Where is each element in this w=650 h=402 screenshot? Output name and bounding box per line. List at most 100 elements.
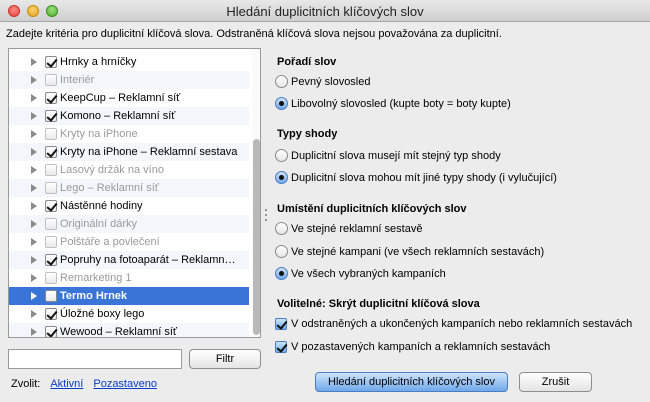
match-same-type-radio[interactable]: [275, 149, 288, 162]
location-all-campaigns-option[interactable]: Ve všech vybraných kampaních: [275, 267, 446, 280]
location-same-campaign-radio[interactable]: [275, 245, 288, 258]
hide-deleted-checkbox[interactable]: [275, 318, 287, 330]
list-item[interactable]: Polštáře a povlečení: [9, 233, 249, 251]
campaign-list[interactable]: Hrnky a hrníčky Interiér KeepCup – Reklamn…: [8, 48, 261, 338]
list-item[interactable]: Nástěnné hodiny: [9, 197, 249, 215]
show-paused-link[interactable]: Pozastaveno: [93, 378, 157, 390]
list-item-checkbox[interactable]: [45, 308, 57, 320]
disclosure-triangle-icon[interactable]: [31, 94, 37, 102]
word-order-title: Pořadí slov: [277, 56, 337, 68]
word-order-any-option[interactable]: Libovolný slovosled (kupte boty = boty k…: [275, 97, 511, 110]
list-item-label: Lego – Reklamní síť: [60, 182, 159, 194]
hide-deleted-option[interactable]: V odstraněných a ukončených kampaních ne…: [275, 318, 632, 330]
title-bar: Hledání duplicitních klíčových slov: [0, 0, 650, 22]
list-item-checkbox[interactable]: [45, 182, 57, 194]
disclosure-triangle-icon[interactable]: [31, 256, 37, 264]
list-item[interactable]: Úložné boxy lego: [9, 305, 249, 323]
list-item-label: Polštáře a povlečení: [60, 236, 160, 248]
disclosure-triangle-icon[interactable]: [31, 310, 37, 318]
list-item[interactable]: Popruhy na fotoaparát – Reklamn…: [9, 251, 249, 269]
list-item[interactable]: Kryty na iPhone: [9, 125, 249, 143]
list-item-checkbox[interactable]: [45, 290, 57, 302]
list-item-label: Kryty na iPhone: [60, 128, 138, 140]
list-item[interactable]: Wewood – Reklamní síť: [9, 323, 249, 338]
match-same-type-option[interactable]: Duplicitní slova musejí mít stejný typ s…: [275, 149, 501, 162]
list-item-label: KeepCup – Reklamní síť: [60, 92, 181, 104]
disclosure-triangle-icon[interactable]: [31, 202, 37, 210]
list-item[interactable]: Hrnky a hrníčky: [9, 53, 249, 71]
list-item-checkbox[interactable]: [45, 74, 57, 86]
list-item-checkbox[interactable]: [45, 272, 57, 284]
list-item[interactable]: KeepCup – Reklamní síť: [9, 89, 249, 107]
match-different-type-radio[interactable]: [275, 171, 288, 184]
instructions-text: Zadejte kritéria pro duplicitní klíčová …: [6, 28, 502, 40]
split-view-handle[interactable]: [265, 209, 268, 224]
show-active-link[interactable]: Aktivní: [50, 378, 83, 390]
list-item-checkbox[interactable]: [45, 92, 57, 104]
disclosure-triangle-icon[interactable]: [31, 220, 37, 228]
location-same-adgroup-radio[interactable]: [275, 222, 288, 235]
show-label: Zvolit:: [11, 378, 41, 390]
list-item-label: Komono – Reklamní síť: [60, 110, 176, 122]
list-item-checkbox[interactable]: [45, 326, 57, 337]
list-item-checkbox[interactable]: [45, 218, 57, 230]
list-item-label: Kryty na iPhone – Reklamní sestava: [60, 146, 238, 158]
hide-paused-checkbox[interactable]: [275, 341, 287, 353]
disclosure-triangle-icon[interactable]: [31, 112, 37, 120]
list-scrollbar[interactable]: [252, 49, 260, 337]
list-item-checkbox[interactable]: [45, 254, 57, 266]
disclosure-triangle-icon[interactable]: [31, 166, 37, 174]
list-scroll-thumb[interactable]: [253, 139, 260, 335]
hide-paused-option[interactable]: V pozastavených kampaních a reklamních s…: [275, 341, 550, 353]
list-item-label: Úložné boxy lego: [60, 308, 145, 320]
list-item-checkbox[interactable]: [45, 236, 57, 248]
list-item-label: Interiér: [60, 74, 95, 86]
location-same-adgroup-option[interactable]: Ve stejné reklamní sestavě: [275, 222, 422, 235]
disclosure-triangle-icon[interactable]: [31, 130, 37, 138]
list-item-label: Hrnky a hrníčky: [60, 56, 137, 68]
list-item-label: Termo Hrnek: [60, 290, 128, 302]
list-item-label: Wewood – Reklamní síť: [60, 326, 178, 338]
disclosure-triangle-icon[interactable]: [31, 238, 37, 246]
location-same-campaign-option[interactable]: Ve stejné kampani (ve všech reklamních s…: [275, 245, 544, 258]
window-title: Hledání duplicitních klíčových slov: [226, 4, 424, 19]
match-types-title: Typy shody: [277, 128, 338, 140]
location-all-campaigns-radio[interactable]: [275, 267, 288, 280]
list-item-label: Nástěnné hodiny: [60, 200, 143, 212]
filter-input[interactable]: [8, 349, 182, 369]
list-item[interactable]: Interiér: [9, 71, 249, 89]
cancel-button[interactable]: Zrušit: [519, 372, 592, 392]
disclosure-triangle-icon[interactable]: [31, 184, 37, 192]
list-item-label: Lasový držák na víno: [60, 164, 164, 176]
list-item-label: Popruhy na fotoaparát – Reklamn…: [60, 254, 236, 266]
filter-button[interactable]: Filtr: [189, 349, 261, 369]
list-item[interactable]: Termo Hrnek: [9, 287, 249, 305]
list-item[interactable]: Lego – Reklamní síť: [9, 179, 249, 197]
list-item-checkbox[interactable]: [45, 56, 57, 68]
disclosure-triangle-icon[interactable]: [31, 292, 37, 300]
disclosure-triangle-icon[interactable]: [31, 274, 37, 282]
word-order-any-radio[interactable]: [275, 97, 288, 110]
list-item[interactable]: Komono – Reklamní síť: [9, 107, 249, 125]
disclosure-triangle-icon[interactable]: [31, 148, 37, 156]
disclosure-triangle-icon[interactable]: [31, 76, 37, 84]
match-different-type-option[interactable]: Duplicitní slova mohou mít jiné typy sho…: [275, 171, 557, 184]
list-item[interactable]: Lasový držák na víno: [9, 161, 249, 179]
list-item[interactable]: Originální dárky: [9, 215, 249, 233]
list-item-checkbox[interactable]: [45, 200, 57, 212]
list-item[interactable]: Kryty na iPhone – Reklamní sestava: [9, 143, 249, 161]
list-item-checkbox[interactable]: [45, 164, 57, 176]
disclosure-triangle-icon[interactable]: [31, 58, 37, 66]
list-item-label: Originální dárky: [60, 218, 138, 230]
list-item-label: Remarketing 1: [60, 272, 132, 284]
list-item[interactable]: Remarketing 1: [9, 269, 249, 287]
disclosure-triangle-icon[interactable]: [31, 328, 37, 336]
word-order-fixed-option[interactable]: Pevný slovosled: [275, 75, 371, 88]
find-duplicates-dialog: Hledání duplicitních klíčových slov Zade…: [0, 0, 650, 402]
list-item-checkbox[interactable]: [45, 128, 57, 140]
word-order-fixed-radio[interactable]: [275, 75, 288, 88]
find-duplicates-button[interactable]: Hledání duplicitních klíčových slov: [315, 372, 508, 392]
list-item-checkbox[interactable]: [45, 146, 57, 158]
list-item-checkbox[interactable]: [45, 110, 57, 122]
optional-hide-title: Volitelné: Skrýt duplicitní klíčová slov…: [277, 298, 480, 310]
